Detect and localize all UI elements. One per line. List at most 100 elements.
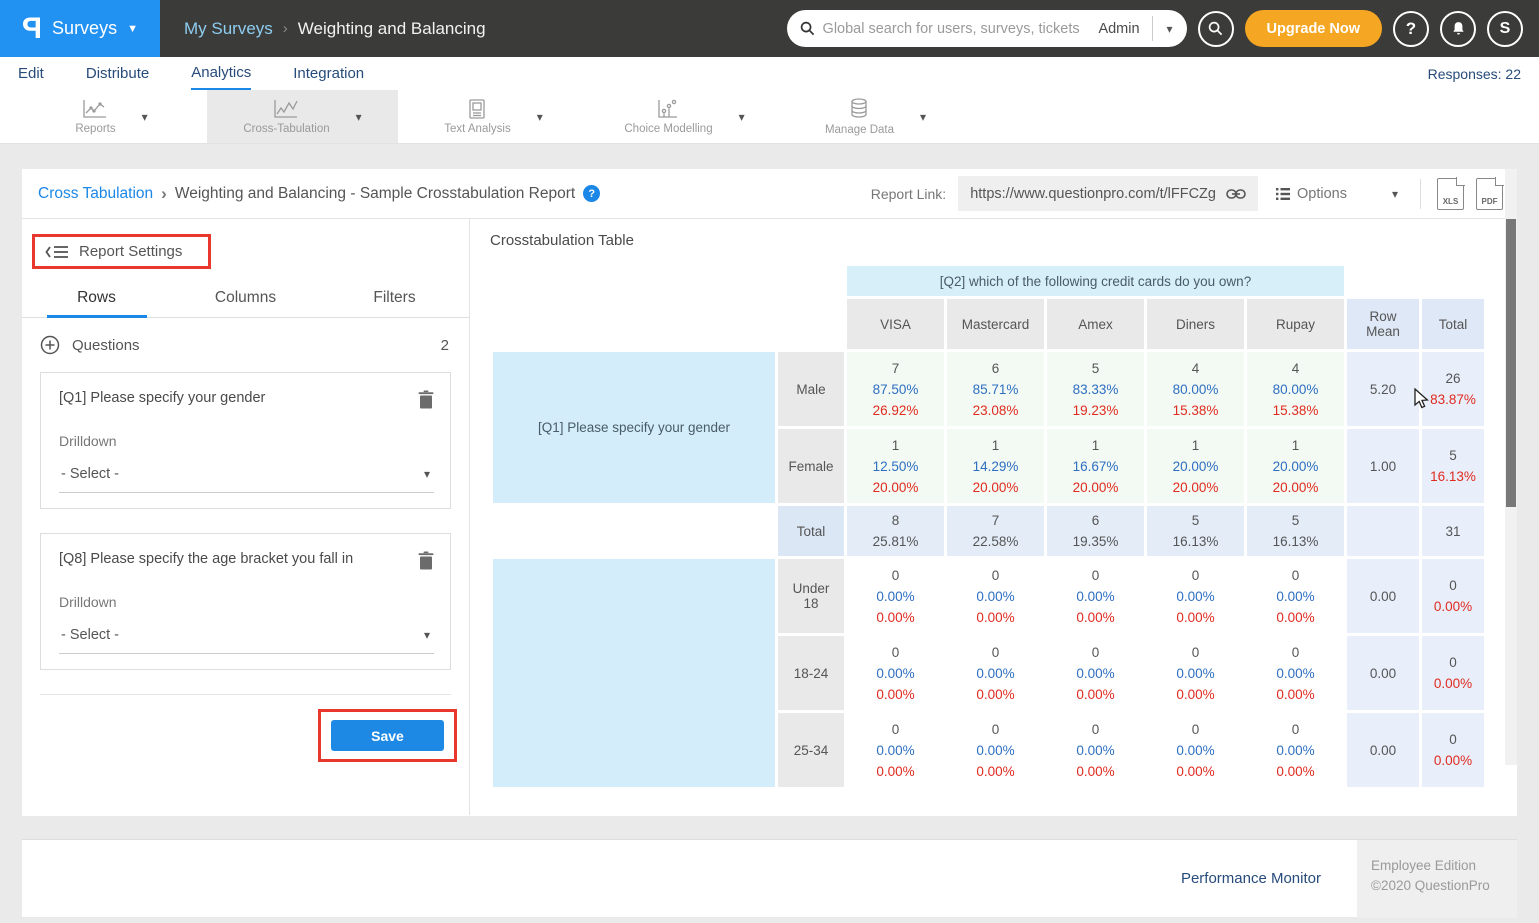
column-header: Rupay — [1247, 299, 1344, 349]
tab-columns[interactable]: Columns — [171, 289, 320, 317]
total-row-cell: 619.35% — [1047, 506, 1144, 556]
options-label: Options — [1297, 186, 1347, 202]
chevron-down-icon: ▼ — [127, 23, 138, 35]
tool-reports[interactable]: Reports — [16, 90, 207, 143]
search-submit-button[interactable] — [1198, 11, 1234, 47]
crosstab-cell: 480.00%15.38% — [1147, 352, 1244, 426]
tool-choice-modelling[interactable]: Choice Modelling — [589, 90, 780, 143]
nav-analytics[interactable]: Analytics — [191, 57, 251, 90]
report-settings-toggle[interactable]: Report Settings — [79, 243, 182, 260]
breadcrumb-my-surveys[interactable]: My Surveys — [184, 19, 273, 39]
breadcrumb: My Surveys › Weighting and Balancing — [160, 19, 486, 39]
vertical-scrollbar[interactable] — [1505, 169, 1517, 765]
drilldown-select-value: - Select - — [61, 627, 424, 643]
tool-label: Reports — [75, 123, 115, 135]
row-label: Male — [778, 352, 844, 426]
crosstab-cell: 685.71%23.08% — [947, 352, 1044, 426]
upgrade-now-button[interactable]: Upgrade Now — [1245, 10, 1382, 47]
delete-question-icon[interactable] — [418, 390, 434, 409]
analytics-toolbar: Reports Cross-Tabulation Text Analysis C… — [0, 90, 1539, 144]
divider — [1420, 179, 1421, 209]
row-total-cell: 2683.87% — [1422, 352, 1484, 426]
drilldown-select[interactable]: - Select - — [59, 465, 434, 493]
surveys-menu[interactable]: P Surveys ▼ — [0, 0, 160, 57]
tool-cross-tabulation[interactable]: Cross-Tabulation — [207, 90, 398, 143]
reports-chart-icon — [82, 98, 108, 120]
report-settings-panel: Report Settings Rows Columns Filters Que… — [22, 219, 470, 815]
spacer-cell — [1347, 266, 1484, 296]
chevron-down-icon — [142, 108, 148, 126]
row-mean-header: RowMean — [1347, 299, 1419, 349]
page-body: Cross Tabulation Weighting and Balancing… — [0, 144, 1539, 917]
question-card: [Q8] Please specify the age bracket you … — [40, 533, 451, 670]
avatar[interactable]: S — [1487, 11, 1523, 47]
question-text: [Q8] Please specify the age bracket you … — [59, 551, 418, 567]
save-button[interactable]: Save — [331, 720, 444, 751]
report-url[interactable]: https://www.questionpro.com/t/lFFCZg — [970, 186, 1216, 202]
collapse-panel-icon[interactable] — [45, 244, 69, 260]
report-help-icon[interactable] — [583, 185, 600, 202]
question-card: [Q1] Please specify your gender Drilldow… — [40, 372, 451, 509]
report-url-box[interactable]: https://www.questionpro.com/t/lFFCZg — [958, 176, 1258, 211]
tool-label: Manage Data — [825, 124, 894, 136]
grand-total-cell: 31 — [1422, 506, 1484, 556]
column-header: Diners — [1147, 299, 1244, 349]
scrollbar-thumb[interactable] — [1506, 219, 1516, 507]
edition-label: Employee Edition — [1371, 856, 1517, 876]
row-total-cell: 516.13% — [1422, 429, 1484, 503]
search-icon — [1208, 21, 1223, 36]
crosstab-cell: 00.00%0.00% — [1247, 559, 1344, 633]
crosstab-cell: 583.33%19.23% — [1047, 352, 1144, 426]
nav-edit[interactable]: Edit — [18, 57, 44, 90]
tab-rows[interactable]: Rows — [22, 289, 171, 317]
total-row-cell: 516.13% — [1147, 506, 1244, 556]
crosstab-cell: 00.00%0.00% — [947, 559, 1044, 633]
notifications-button[interactable] — [1440, 11, 1476, 47]
crosstab-cell: 112.50%20.00% — [847, 429, 944, 503]
row-total-cell: 00.00% — [1422, 559, 1484, 633]
bell-icon — [1450, 20, 1467, 37]
nav-integration[interactable]: Integration — [293, 57, 364, 90]
column-header: Amex — [1047, 299, 1144, 349]
breadcrumb-separator-icon: › — [283, 20, 288, 37]
question-text: [Q1] Please specify your gender — [59, 390, 418, 406]
breadcrumb-survey-name: Weighting and Balancing — [298, 19, 486, 39]
export-pdf-button[interactable]: PDF — [1476, 178, 1503, 210]
report-link-label: Report Link: — [871, 186, 946, 202]
crosstab-cell: 00.00%0.00% — [847, 559, 944, 633]
table-row: VISAMastercardAmexDinersRupayRowMeanTota… — [493, 299, 1484, 349]
tool-label: Cross-Tabulation — [243, 123, 329, 135]
report-title: Weighting and Balancing - Sample Crossta… — [175, 185, 575, 203]
drilldown-select[interactable]: - Select - — [59, 626, 434, 654]
chevron-down-icon — [920, 108, 926, 126]
tool-label: Text Analysis — [444, 123, 510, 135]
settings-tabs: Rows Columns Filters — [22, 289, 469, 318]
delete-question-icon[interactable] — [418, 551, 434, 570]
help-button[interactable] — [1393, 11, 1429, 47]
crosstab-cell: 00.00%0.00% — [1247, 713, 1344, 787]
export-xls-button[interactable]: XLS — [1437, 178, 1464, 210]
tab-filters[interactable]: Filters — [320, 289, 469, 317]
row-mean-cell: 0.00 — [1347, 636, 1419, 710]
tool-text-analysis[interactable]: Text Analysis — [398, 90, 589, 143]
search-input[interactable] — [823, 21, 1087, 37]
drilldown-select-value: - Select - — [61, 466, 424, 482]
performance-monitor-link[interactable]: Performance Monitor — [1181, 870, 1321, 887]
options-button[interactable]: Options — [1270, 186, 1404, 202]
global-search[interactable]: Admin — [787, 10, 1187, 47]
add-question-icon[interactable] — [40, 335, 60, 355]
crosstab-cell: 00.00%0.00% — [1147, 713, 1244, 787]
row-label: Female — [778, 429, 844, 503]
row-mean-cell: 1.00 — [1347, 429, 1419, 503]
crosstab-cell: 116.67%20.00% — [1047, 429, 1144, 503]
table-row: [Q1] Please specify your genderMale787.5… — [493, 352, 1484, 426]
crosstab-cell: 120.00%20.00% — [1247, 429, 1344, 503]
tool-manage-data[interactable]: Manage Data — [780, 90, 971, 143]
nav-distribute[interactable]: Distribute — [86, 57, 149, 90]
cross-tabulation-chart-icon — [273, 98, 299, 120]
search-scope-dropdown[interactable] — [1153, 20, 1187, 38]
row-label: 25-34 — [778, 713, 844, 787]
search-scope-value: Admin — [1086, 21, 1151, 37]
cross-tabulation-link[interactable]: Cross Tabulation — [38, 185, 153, 203]
crosstab-cell: 00.00%0.00% — [1147, 636, 1244, 710]
